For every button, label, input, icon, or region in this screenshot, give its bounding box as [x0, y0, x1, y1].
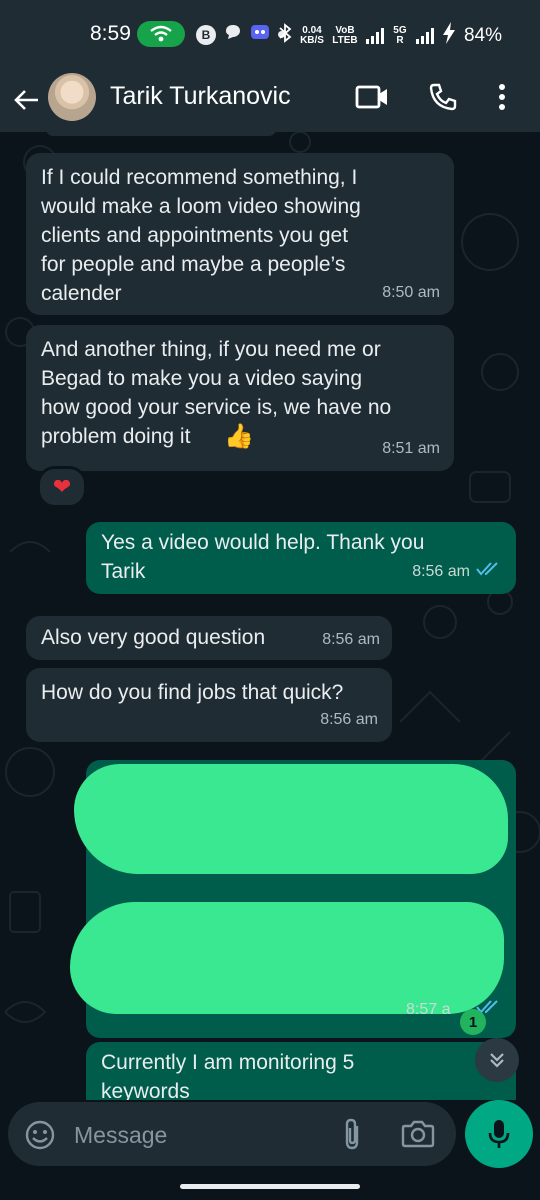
message-time: 8:56 am — [322, 631, 380, 648]
double-check-icon — [476, 555, 502, 584]
message-input[interactable] — [72, 1116, 326, 1154]
phone-icon[interactable] — [428, 82, 458, 117]
message-bubble-incoming[interactable]: And another thing, if you need me or Beg… — [26, 325, 454, 471]
chat-bubble-icon — [224, 23, 242, 46]
message-text: Yes a video would help. Thank you Tarik — [101, 531, 425, 583]
heart-icon: ❤ — [52, 474, 72, 499]
message-list[interactable]: If I could recommend something, I would … — [0, 132, 540, 1100]
message-bubble-incoming[interactable]: Also very good question 8:56 am — [26, 616, 392, 660]
contact-name[interactable]: Tarik Turkanovic — [110, 82, 291, 111]
message-text: Currently I am monitoring 5 keywords — [101, 1051, 355, 1100]
message-text: If I could recommend something, I would … — [41, 166, 361, 305]
wifi-icon — [137, 21, 185, 47]
message-bubble-outgoing[interactable]: Yes a video would help. Thank you Tarik … — [86, 522, 516, 594]
signal-icon-2 — [415, 27, 434, 44]
network-label-2: 5G R — [393, 24, 407, 46]
redaction-scribble — [74, 764, 508, 874]
camera-icon[interactable] — [401, 1118, 435, 1155]
message-text: Also very good question — [41, 626, 266, 649]
discord-icon — [250, 23, 270, 46]
message-bubble-incoming[interactable]: How do you find jobs that quick? 8:56 am — [26, 668, 392, 742]
b-icon: B — [196, 24, 216, 45]
more-vert-icon[interactable] — [497, 82, 507, 117]
reaction-heart[interactable]: ❤ — [37, 466, 87, 508]
message-time: 8:50 am — [382, 284, 440, 301]
message-time: 8:56 am — [320, 711, 378, 728]
video-call-icon[interactable] — [355, 84, 389, 115]
avatar[interactable] — [48, 73, 96, 121]
composer-bar — [0, 1100, 540, 1200]
status-bar: 8:59 B 0.04 KB/S VoB LTEB 5G R 84% — [0, 0, 540, 70]
message-bubble-outgoing-redacted[interactable]: 8:57 a — [70, 760, 516, 1038]
signal-icon — [365, 27, 384, 44]
charging-icon — [442, 22, 456, 49]
status-time: 8:59 — [90, 22, 131, 45]
message-bubble-incoming[interactable]: If I could recommend something, I would … — [26, 153, 454, 315]
chevron-double-down-icon[interactable] — [475, 1038, 519, 1082]
message-bubble-outgoing[interactable]: Currently I am monitoring 5 keywords — [86, 1042, 516, 1100]
message-time: 8:51 am — [382, 440, 440, 457]
message-text: And another thing, if you need me or Beg… — [41, 338, 392, 448]
emoji-icon[interactable] — [24, 1119, 56, 1156]
unread-badge: 1 — [460, 1009, 486, 1035]
bluetooth-icon — [278, 23, 292, 48]
network-speed: 0.04 KB/S — [300, 25, 324, 46]
message-time: 8:57 a — [406, 1001, 451, 1018]
message-composer — [8, 1102, 456, 1166]
network-label-1: VoB LTEB — [332, 24, 358, 46]
message-bubble-previous — [46, 132, 276, 136]
speed-unit: KB/S — [300, 34, 324, 46]
message-text: How do you find jobs that quick? — [41, 681, 344, 704]
home-indicator — [180, 1184, 360, 1189]
attach-icon[interactable] — [340, 1118, 364, 1157]
message-time: 8:56 am — [412, 563, 470, 580]
chat-header: Tarik Turkanovic — [0, 70, 540, 132]
thumbs-up-emoji: 👍 — [224, 423, 254, 450]
battery-level: 84% — [463, 24, 502, 46]
back-arrow-icon[interactable] — [10, 82, 42, 118]
mic-icon[interactable] — [465, 1100, 533, 1168]
